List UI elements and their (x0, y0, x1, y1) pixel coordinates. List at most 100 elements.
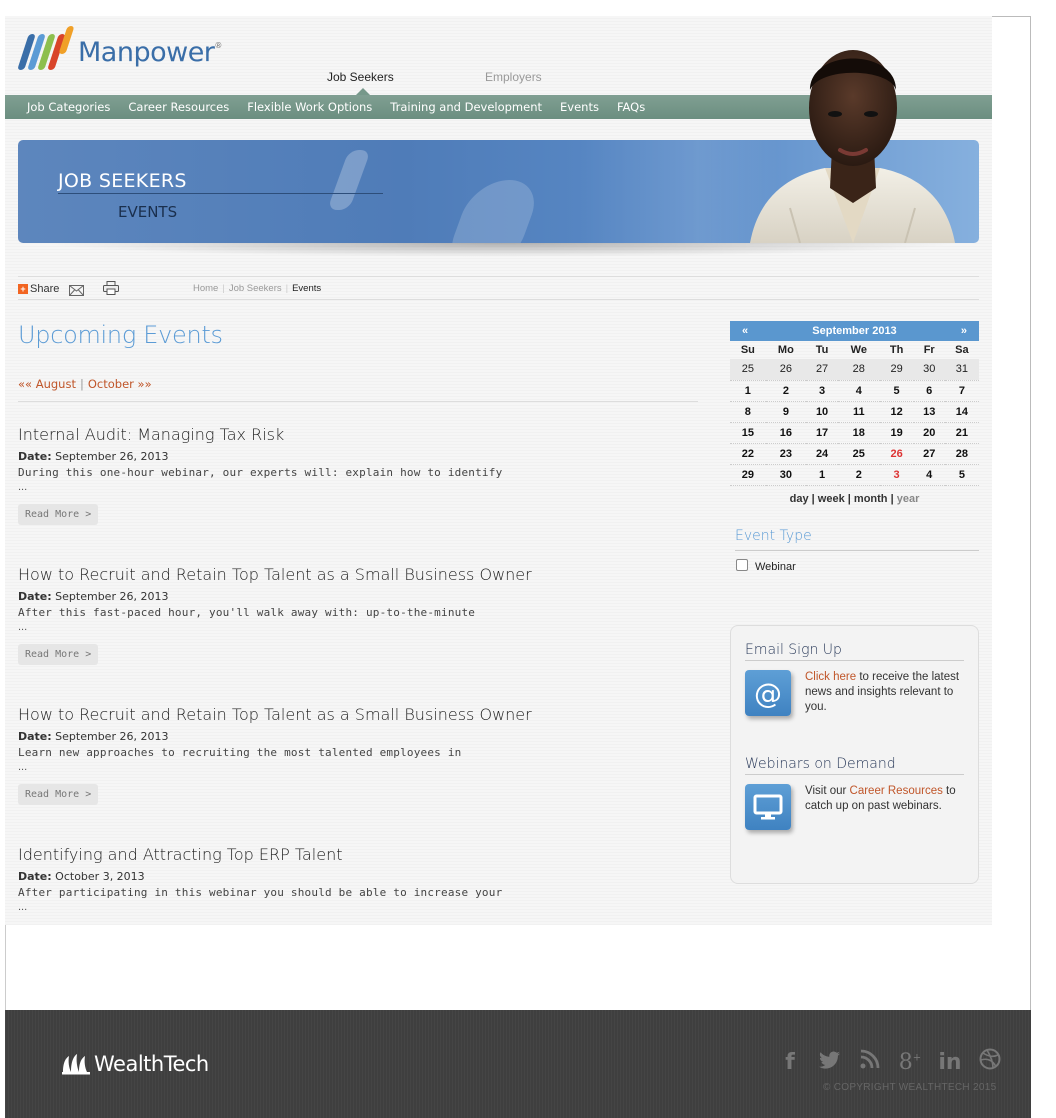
calendar-day[interactable]: 3 (806, 380, 839, 402)
wealthtech-logo[interactable]: WealthTech (60, 1052, 209, 1076)
calendar-weekday: Tu (815, 344, 829, 356)
calendar-day[interactable]: 15 (730, 422, 766, 444)
event-title[interactable]: How to Recruit and Retain Top Talent as … (18, 705, 698, 724)
event-ellipsis: ... (18, 621, 28, 633)
calendar-day[interactable]: 24 (806, 443, 839, 465)
filter-webinar: Webinar (736, 559, 796, 573)
event-date: Date: September 26, 2013 (18, 450, 169, 463)
facebook-icon[interactable]: f (778, 1050, 802, 1075)
calendar-day[interactable]: 28 (944, 443, 979, 465)
manpower-logo[interactable]: Manpower® (17, 26, 222, 72)
calendar-day[interactable]: 2 (838, 464, 880, 486)
nav-flexible-work-options[interactable]: Flexible Work Options (238, 100, 381, 114)
event-date: Date: September 26, 2013 (18, 590, 169, 603)
nav-events[interactable]: Events (551, 100, 608, 114)
nav-faqs[interactable]: FAQs (608, 100, 654, 114)
share-label: Share (30, 283, 60, 295)
email-signup-text: Click here to receive the latest news an… (805, 671, 960, 713)
calendar-day[interactable]: 13 (913, 401, 945, 423)
divider (18, 276, 979, 277)
calendar-day[interactable]: 29 (730, 464, 766, 486)
calendar-day[interactable]: 19 (879, 422, 914, 444)
prev-month-link[interactable]: «« August (18, 377, 76, 391)
calendar-day[interactable]: 1 (730, 380, 766, 402)
event-title[interactable]: Identifying and Attracting Top ERP Talen… (18, 845, 698, 864)
calendar-prev-button[interactable]: « (742, 325, 748, 337)
calendar-day[interactable]: 23 (765, 443, 807, 465)
linkedin-icon[interactable]: in (938, 1050, 962, 1075)
nav-career-resources[interactable]: Career Resources (119, 100, 238, 114)
dribbble-icon[interactable] (978, 1048, 1002, 1076)
calendar-day[interactable]: 18 (838, 422, 880, 444)
calendar-day[interactable]: 9 (765, 401, 807, 423)
calendar-day[interactable]: 4 (838, 380, 880, 402)
calendar-day[interactable]: 12 (879, 401, 914, 423)
calendar-day[interactable]: 26 (765, 359, 807, 381)
event-title[interactable]: How to Recruit and Retain Top Talent as … (18, 565, 698, 584)
google-plus-icon[interactable]: 8+ (898, 1050, 922, 1075)
monitor-icon[interactable] (745, 784, 791, 830)
calendar-day[interactable]: 3 (879, 464, 914, 486)
read-more-button[interactable]: Read More > (18, 644, 99, 665)
nav-training-and-development[interactable]: Training and Development (381, 100, 551, 114)
tab-employers[interactable]: Employers (485, 70, 542, 84)
read-more-button[interactable]: Read More > (18, 504, 99, 525)
event-description: During this one-hour webinar, our expert… (18, 466, 503, 479)
at-icon[interactable]: @ (745, 670, 791, 716)
career-resources-link[interactable]: Career Resources (850, 785, 943, 797)
calendar-day[interactable]: 5 (944, 464, 979, 486)
calendar-day[interactable]: 27 (806, 359, 839, 381)
read-more-button[interactable]: Read More > (18, 784, 99, 805)
calendar-day[interactable]: 25 (730, 359, 766, 381)
calendar-weekday: Fr (923, 344, 935, 356)
calendar-day[interactable]: 6 (913, 380, 945, 402)
calendar-day[interactable]: 22 (730, 443, 766, 465)
view-year-link[interactable]: year (897, 493, 920, 505)
view-week-link[interactable]: week (818, 493, 845, 505)
next-month-link[interactable]: October »» (88, 377, 152, 391)
calendar-day[interactable]: 10 (806, 401, 839, 423)
breadcrumb-job-seekers[interactable]: Job Seekers (229, 283, 282, 294)
rss-icon[interactable] (858, 1049, 882, 1075)
breadcrumb-home[interactable]: Home (193, 283, 218, 294)
calendar-day[interactable]: 11 (838, 401, 880, 423)
webinar-checkbox[interactable] (736, 559, 748, 571)
webinar-label[interactable]: Webinar (755, 561, 796, 573)
calendar-day[interactable]: 27 (913, 443, 945, 465)
twitter-icon[interactable] (818, 1050, 842, 1075)
calendar-day[interactable]: 31 (944, 359, 979, 381)
calendar-week-row: 1234567 (730, 380, 979, 402)
event-item: Internal Audit: Managing Tax Risk Date: … (18, 425, 698, 525)
calendar-day[interactable]: 2 (765, 380, 807, 402)
calendar-day[interactable]: 29 (879, 359, 914, 381)
calendar-day[interactable]: 26 (879, 443, 914, 465)
calendar-weekday: We (850, 344, 867, 356)
view-month-link[interactable]: month (854, 493, 888, 505)
calendar-day[interactable]: 14 (944, 401, 979, 423)
calendar-weekday: Th (889, 344, 904, 356)
calendar-day[interactable]: 7 (944, 380, 979, 402)
event-description: After this fast-paced hour, you'll walk … (18, 606, 476, 619)
calendar-day[interactable]: 5 (879, 380, 914, 402)
calendar-next-button[interactable]: » (961, 325, 967, 337)
calendar-day[interactable]: 4 (913, 464, 945, 486)
calendar-day[interactable]: 20 (913, 422, 945, 444)
share-button[interactable]: + Share (18, 283, 59, 295)
calendar-day[interactable]: 16 (765, 422, 807, 444)
print-icon[interactable] (103, 281, 119, 300)
calendar-day[interactable]: 17 (806, 422, 839, 444)
calendar-day[interactable]: 25 (838, 443, 880, 465)
divider (745, 774, 964, 775)
calendar-day[interactable]: 1 (806, 464, 839, 486)
click-here-link[interactable]: Click here (805, 671, 856, 683)
tab-job-seekers[interactable]: Job Seekers (327, 70, 394, 84)
calendar-day[interactable]: 28 (838, 359, 880, 381)
email-signup-heading: Email Sign Up (745, 642, 842, 658)
calendar-day[interactable]: 30 (765, 464, 807, 486)
nav-job-categories[interactable]: Job Categories (18, 100, 119, 114)
event-title[interactable]: Internal Audit: Managing Tax Risk (18, 425, 698, 444)
calendar-day[interactable]: 8 (730, 401, 766, 423)
calendar-day[interactable]: 21 (944, 422, 979, 444)
view-day-link[interactable]: day (790, 493, 809, 505)
calendar-day[interactable]: 30 (913, 359, 945, 381)
